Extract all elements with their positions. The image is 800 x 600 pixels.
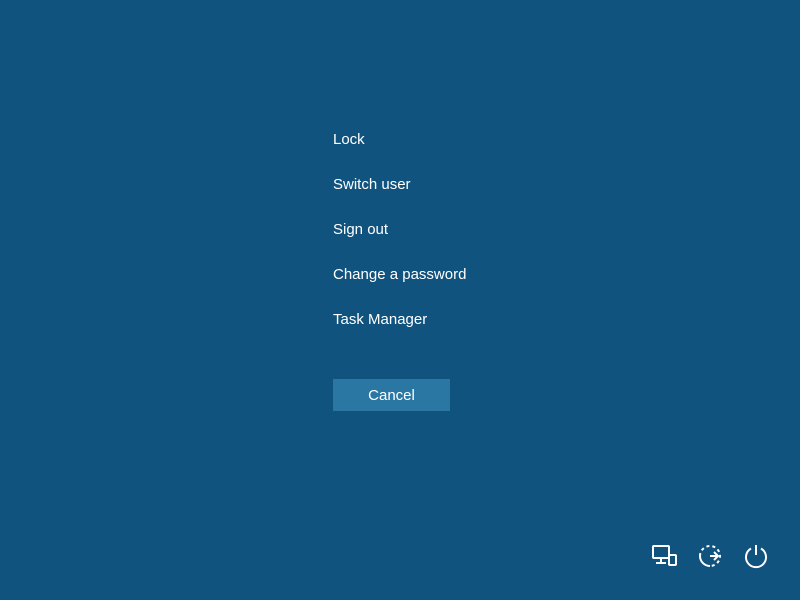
ease-of-access-icon[interactable] — [696, 542, 724, 570]
security-options-menu: Lock Switch user Sign out Change a passw… — [333, 131, 466, 356]
menu-item-lock[interactable]: Lock — [333, 131, 466, 148]
menu-item-change-password[interactable]: Change a password — [333, 266, 466, 283]
cancel-button[interactable]: Cancel — [333, 379, 450, 411]
menu-item-task-manager[interactable]: Task Manager — [333, 311, 466, 328]
network-icon[interactable] — [650, 542, 678, 570]
menu-item-sign-out[interactable]: Sign out — [333, 221, 466, 238]
bottom-icon-bar — [650, 542, 770, 570]
menu-item-switch-user[interactable]: Switch user — [333, 176, 466, 193]
power-icon[interactable] — [742, 542, 770, 570]
